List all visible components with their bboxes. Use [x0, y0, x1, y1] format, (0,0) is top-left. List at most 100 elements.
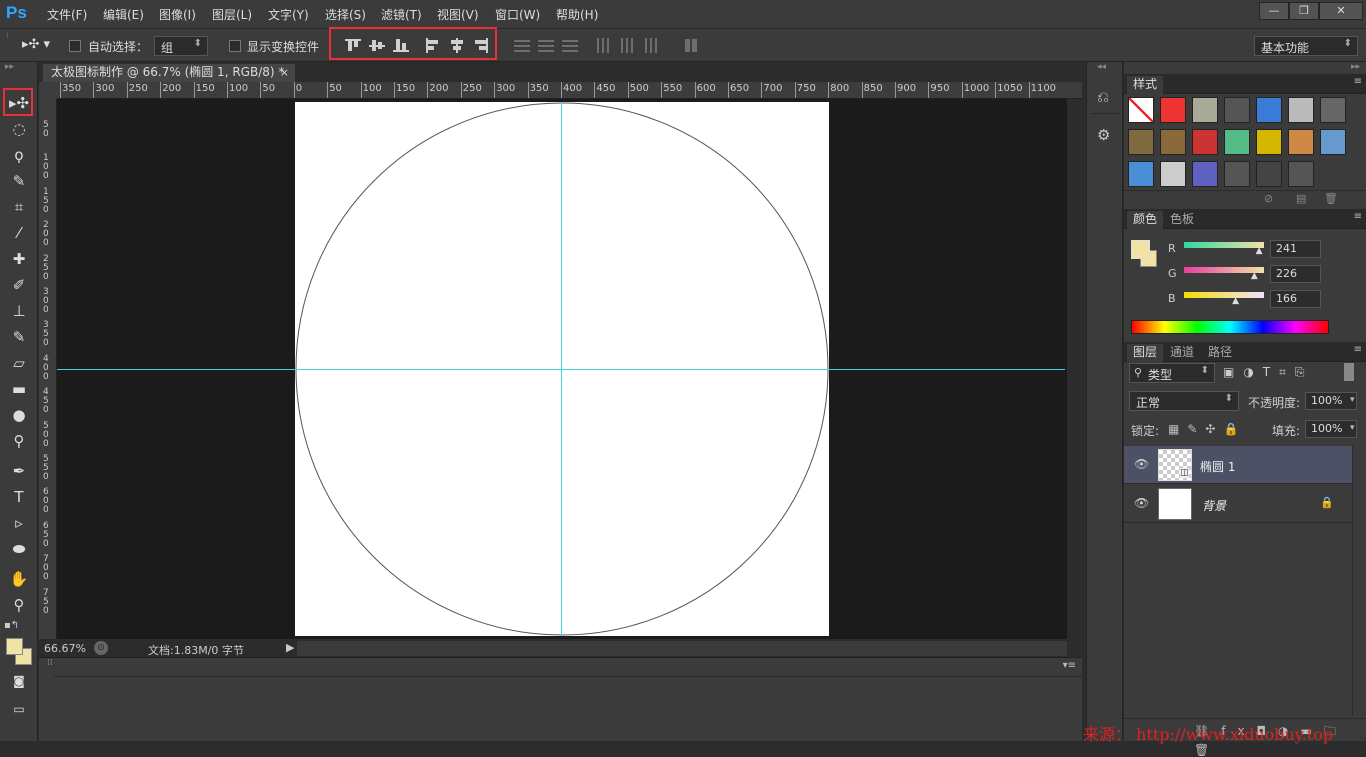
style-swatch[interactable] [1320, 97, 1346, 123]
eye-icon[interactable]: 👁 [1134, 496, 1149, 510]
tab-swatches[interactable]: 色板 [1164, 211, 1200, 229]
panel-menu-icon[interactable]: ≡ [1354, 211, 1362, 222]
default-colors-icon[interactable]: ▪↰ [4, 620, 19, 631]
layer-row-background[interactable]: 👁 背景 🔒 [1124, 485, 1352, 523]
screen-mode-icon[interactable]: ▭ [7, 698, 31, 720]
brush-tool-icon[interactable]: ✐ [7, 274, 31, 296]
hand-tool-icon[interactable]: ✋ [7, 568, 31, 590]
document-tab[interactable]: 太极图标制作 @ 66.7% (椭圆 1, RGB/8) * × [43, 64, 295, 82]
channel-g-handle[interactable]: ▲ [1251, 271, 1258, 281]
vertical-guide[interactable] [561, 102, 562, 636]
channel-r-input[interactable]: 241 [1270, 240, 1321, 258]
status-menu-arrow-icon[interactable]: ▶ [286, 641, 294, 654]
distribute-right-icon[interactable] [643, 38, 659, 53]
delete-style-icon[interactable]: 🗑 [1324, 192, 1338, 205]
history-panel-icon[interactable]: ⎌ [1097, 88, 1109, 106]
collapse-icon[interactable]: ▸▸ [5, 62, 14, 72]
tab-layers[interactable]: 图层 [1127, 344, 1164, 362]
panel-menu-icon[interactable]: ▾≡ [1063, 660, 1076, 671]
tab-channels[interactable]: 通道 [1164, 344, 1200, 362]
distribute-bottom-icon[interactable] [562, 38, 578, 53]
vertical-scrollbar[interactable] [1067, 99, 1082, 639]
horizontal-scrollbar[interactable] [297, 641, 1067, 656]
menu-help[interactable]: 帮助(H) [556, 6, 598, 23]
clone-stamp-tool-icon[interactable]: ⊥ [7, 300, 31, 322]
style-swatch[interactable] [1320, 129, 1346, 155]
eye-icon[interactable]: 👁 [1134, 457, 1149, 471]
zoom-level[interactable]: 66.67% [44, 642, 86, 655]
auto-align-layers-icon[interactable] [683, 38, 699, 53]
tab-paths[interactable]: 路径 [1202, 344, 1238, 362]
style-swatch[interactable] [1128, 161, 1154, 187]
menu-select[interactable]: 选择(S) [325, 6, 366, 23]
type-tool-icon[interactable]: T [7, 486, 31, 508]
ellipse-tool-icon[interactable]: ⬬ [7, 538, 31, 560]
filter-toggle-icon[interactable] [1344, 363, 1354, 381]
crop-tool-icon[interactable]: ⌗ [7, 196, 31, 218]
distribute-top-icon[interactable] [514, 38, 530, 53]
show-transform-checkbox[interactable] [229, 40, 241, 52]
align-vertical-centers-icon[interactable] [369, 38, 385, 53]
style-swatch[interactable] [1192, 129, 1218, 155]
style-swatch[interactable] [1192, 97, 1218, 123]
align-bottom-edges-icon[interactable] [393, 38, 409, 53]
ruler-origin[interactable] [39, 82, 57, 99]
close-tab-icon[interactable]: × [280, 64, 289, 81]
layers-scrollbar[interactable] [1352, 446, 1366, 716]
layer-row-ellipse[interactable]: 👁 ◫ 椭圆 1 [1124, 446, 1352, 484]
channel-g-input[interactable]: 226 [1270, 265, 1321, 283]
menu-view[interactable]: 视图(V) [437, 6, 479, 23]
menu-window[interactable]: 窗口(W) [495, 6, 540, 23]
align-left-edges-icon[interactable] [425, 38, 441, 53]
color-fg-swatch[interactable] [1131, 240, 1150, 259]
channel-r-slider[interactable] [1184, 242, 1264, 248]
properties-panel-icon[interactable]: ⚙ [1097, 126, 1110, 144]
marquee-tool-icon[interactable]: ◌ [7, 118, 31, 140]
style-swatch[interactable] [1288, 97, 1314, 123]
clear-style-icon[interactable]: ⊘ [1264, 192, 1273, 205]
style-swatch[interactable] [1256, 161, 1282, 187]
channel-b-slider[interactable] [1184, 292, 1264, 298]
style-swatch[interactable] [1256, 129, 1282, 155]
channel-b-handle[interactable]: ▲ [1232, 296, 1239, 306]
restore-button[interactable]: ❐ [1289, 2, 1319, 20]
style-swatch[interactable] [1160, 129, 1186, 155]
style-swatch[interactable] [1160, 161, 1186, 187]
zoom-tool-icon[interactable]: ⚲ [7, 594, 31, 616]
gradient-tool-icon[interactable]: ▬ [7, 378, 31, 400]
lasso-tool-icon[interactable]: ϙ [7, 144, 31, 166]
layer-name[interactable]: 背景 [1202, 497, 1226, 514]
layer-filter-icons[interactable]: ▣◑T⌗⎘ [1223, 365, 1314, 380]
new-style-icon[interactable]: ▤ [1296, 192, 1306, 205]
pen-tool-icon[interactable]: ✒ [7, 460, 31, 482]
collapse-icon[interactable]: ◂◂ [1097, 62, 1106, 72]
close-window-button[interactable]: ✕ [1319, 2, 1363, 20]
menu-layer[interactable]: 图层(L) [212, 6, 252, 23]
distribute-left-icon[interactable] [595, 38, 611, 53]
style-swatch[interactable] [1128, 129, 1154, 155]
style-swatch[interactable] [1224, 161, 1250, 187]
tab-styles[interactable]: 样式 [1127, 76, 1164, 94]
style-swatch[interactable] [1224, 97, 1250, 123]
menu-edit[interactable]: 编辑(E) [103, 6, 144, 23]
dodge-tool-icon[interactable]: ⚲ [7, 430, 31, 452]
blur-tool-icon[interactable]: ● [7, 404, 31, 426]
lock-icons[interactable]: ▦✎✣🔒 [1168, 422, 1246, 436]
distribute-vcenter-icon[interactable] [538, 38, 554, 53]
style-swatch[interactable] [1288, 129, 1314, 155]
foreground-color-swatch[interactable] [6, 638, 23, 655]
menu-file[interactable]: 文件(F) [47, 6, 87, 23]
panel-menu-icon[interactable]: ≡ [1354, 76, 1362, 87]
menu-filter[interactable]: 滤镜(T) [381, 6, 422, 23]
style-swatch[interactable] [1256, 97, 1282, 123]
collapse-panels-icon[interactable]: ▸▸ [1351, 62, 1360, 72]
color-spectrum-bar[interactable] [1131, 320, 1329, 334]
channel-b-input[interactable]: 166 [1270, 290, 1321, 308]
quick-select-tool-icon[interactable]: ✎ [7, 170, 31, 192]
panel-menu-icon[interactable]: ≡ [1354, 344, 1362, 355]
tab-color[interactable]: 颜色 [1127, 211, 1164, 229]
opacity-dropdown-icon[interactable]: ▾ [1350, 395, 1355, 405]
path-select-tool-icon[interactable]: ▹ [7, 512, 31, 534]
style-swatch[interactable] [1192, 161, 1218, 187]
auto-select-checkbox[interactable] [69, 40, 81, 52]
